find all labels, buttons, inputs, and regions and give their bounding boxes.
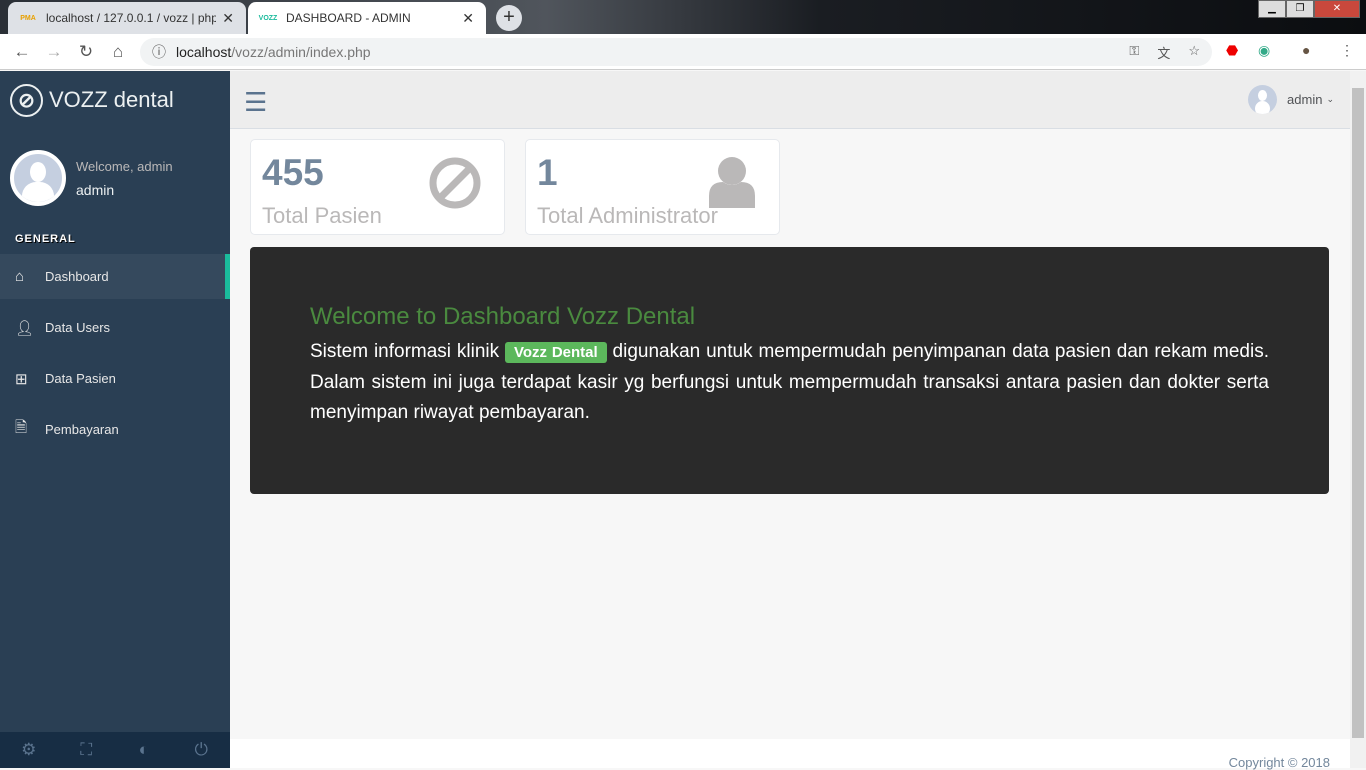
translate-icon[interactable]: 文: [1157, 43, 1170, 62]
download-extension-icon[interactable]: ◉: [1258, 42, 1270, 59]
url-host: localhost: [176, 44, 232, 60]
medkit-icon: ⊞: [15, 370, 28, 388]
scrollbar-thumb[interactable]: [1352, 88, 1364, 738]
settings-icon[interactable]: ⚙: [0, 732, 58, 768]
avatar: [10, 150, 66, 206]
reload-icon[interactable]: ↻: [70, 42, 102, 62]
welcome-panel: Welcome to Dashboard Vozz Dental Sistem …: [250, 247, 1329, 494]
ban-icon: [429, 157, 481, 209]
forward-icon[interactable]: →: [38, 42, 70, 62]
back-icon[interactable]: ←: [6, 42, 38, 62]
sidebar-item-label: Pembayaran: [45, 422, 119, 437]
browser-tab-phpmyadmin[interactable]: PMA localhost / 127.0.0.1 / vozz | phpMy…: [8, 2, 246, 34]
stat-label: Total Administrator: [537, 203, 718, 228]
stat-value: 1: [537, 152, 558, 193]
sidebar-item-pembayaran[interactable]: 🗎︎ Pembayaran: [0, 407, 230, 452]
stat-total-pasien: 455 Total Pasien: [250, 139, 505, 235]
sidebar: ⊘ VOZZ dental Welcome, admin admin GENERAL…: [0, 71, 230, 768]
welcome-text: Sistem informasi klinik Vozz Dental digu…: [310, 337, 1269, 428]
stat-label: Total Pasien: [262, 203, 382, 228]
info-icon[interactable]: ⓘ: [152, 42, 166, 62]
top-nav: ☰ admin ⌄: [230, 71, 1350, 129]
power-icon[interactable]: ⏻: [173, 732, 231, 768]
sidebar-item-label: Data Users: [45, 320, 111, 335]
sidebar-item-label: Data Pasien: [45, 371, 116, 386]
sidebar-item-dashboard[interactable]: ⌂ Dashboard: [0, 254, 230, 299]
adblock-extension-icon[interactable]: ⬣: [1226, 42, 1238, 59]
brand-name: VOZZ dental: [49, 87, 174, 112]
tab-title: localhost / 127.0.0.1 / vozz | phpMyAdmi…: [46, 11, 217, 25]
restore-button[interactable]: ❐: [1286, 0, 1314, 18]
vozz-favicon-icon: VOZZ: [258, 14, 278, 22]
section-heading: GENERAL: [15, 233, 76, 245]
home-icon: ⌂: [15, 268, 25, 285]
user-avatar: [1248, 85, 1278, 114]
menu-dots-icon[interactable]: ⋮: [1340, 42, 1354, 59]
close-tab-icon[interactable]: ✕: [462, 10, 474, 27]
new-tab-button[interactable]: +: [496, 5, 522, 31]
tab-title: DASHBOARD - ADMIN: [286, 11, 411, 25]
stat-value: 455: [262, 152, 324, 193]
text-before: Sistem informasi klinik: [310, 341, 505, 362]
window-close-button[interactable]: ✕: [1314, 0, 1360, 18]
user-icon: 👤︎: [15, 319, 35, 337]
menu-toggle-icon[interactable]: ☰: [244, 87, 267, 118]
profile-avatar-icon[interactable]: ●: [1302, 42, 1310, 58]
file-icon: 🗎︎: [15, 419, 28, 436]
key-icon[interactable]: ⚿: [1129, 43, 1139, 62]
username: admin: [76, 181, 115, 198]
fullscreen-icon[interactable]: ⛶: [58, 732, 116, 768]
welcome-title: Welcome to Dashboard Vozz Dental: [310, 303, 696, 330]
ban-logo-icon: ⊘: [10, 83, 43, 117]
brand[interactable]: ⊘ VOZZ dental: [0, 71, 230, 129]
page-footer: Copyright © 2018: [230, 739, 1350, 770]
browser-tab-dashboard[interactable]: VOZZ DASHBOARD - ADMIN ✕: [248, 2, 486, 34]
url-path: /vozz/admin/index.php: [231, 44, 371, 60]
scrollbar[interactable]: [1350, 71, 1366, 768]
user-name: admin: [1287, 92, 1323, 107]
eye-slash-icon[interactable]: ◐: [115, 732, 173, 768]
sidebar-item-data-users[interactable]: 👤︎ Data Users: [0, 305, 230, 350]
brand-badge: Vozz Dental: [505, 342, 607, 363]
sidebar-item-data-pasien[interactable]: ⊞ Data Pasien: [0, 356, 230, 401]
minimize-button[interactable]: ▁: [1258, 0, 1286, 18]
close-tab-icon[interactable]: ✕: [222, 10, 234, 27]
stat-total-administrator: 1 Total Administrator: [525, 139, 780, 235]
pma-favicon-icon: PMA: [20, 14, 36, 22]
browser-toolbar: ← → ↻ ⌂ ⓘ localhost/vozz/admin/index.php…: [0, 34, 1366, 70]
bookmark-star-icon[interactable]: ☆: [1188, 43, 1200, 62]
browser-titlebar: PMA localhost / 127.0.0.1 / vozz | phpMy…: [0, 0, 1366, 34]
home-icon[interactable]: ⌂: [102, 42, 134, 62]
welcome-text: Welcome, admin: [76, 158, 173, 174]
user-icon: [709, 157, 755, 208]
chevron-down-icon: ⌄: [1326, 94, 1334, 104]
sidebar-item-label: Dashboard: [45, 269, 109, 284]
address-bar[interactable]: ⓘ localhost/vozz/admin/index.php ⚿ 文 ☆: [140, 38, 1212, 66]
user-dropdown[interactable]: admin ⌄: [1248, 85, 1334, 114]
sidebar-footer: ⚙ ⛶ ◐ ⏻: [0, 732, 230, 768]
profile: Welcome, admin admin: [0, 129, 230, 209]
